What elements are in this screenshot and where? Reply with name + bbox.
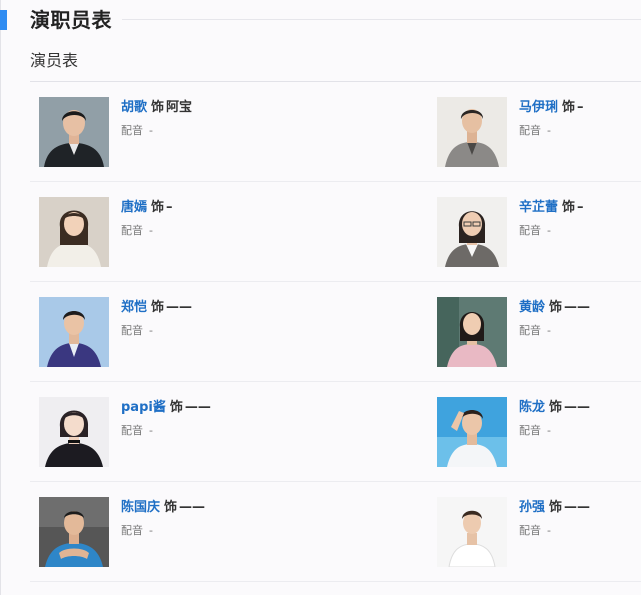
actor-name-link[interactable]: 唐嫣 xyxy=(121,200,147,215)
dub-value: - xyxy=(149,324,153,337)
actor-photo[interactable] xyxy=(39,297,109,367)
dub-label: 配音 xyxy=(519,224,541,237)
role-name: —— xyxy=(184,400,211,415)
role-word: 饰 xyxy=(562,200,576,215)
row-divider xyxy=(30,281,641,282)
dub-label: 配音 xyxy=(121,124,143,137)
dub-value: - xyxy=(547,424,551,437)
role-word: 饰 xyxy=(164,500,178,515)
actor-name-link[interactable]: papi酱 xyxy=(121,400,166,415)
dub-value: - xyxy=(149,524,153,537)
row-divider xyxy=(30,381,641,382)
dub-label: 配音 xyxy=(121,224,143,237)
role-word: 饰 xyxy=(549,500,563,515)
row-divider xyxy=(30,181,641,182)
role-name: – xyxy=(577,100,584,115)
section-accent-bar xyxy=(0,10,7,30)
actor-photo[interactable] xyxy=(437,497,507,567)
cast-subtitle: 演员表 xyxy=(30,51,79,70)
cast-card: 陈国庆饰 —— 配音 - xyxy=(39,497,249,569)
role-word: 饰 xyxy=(151,300,165,315)
role-name: —— xyxy=(564,500,591,515)
actor-photo[interactable] xyxy=(39,97,109,167)
cast-card: 马伊琍饰 – 配音 - xyxy=(437,97,641,169)
role-word: 饰 xyxy=(549,300,563,315)
role-name: —— xyxy=(166,300,193,315)
actor-photo[interactable] xyxy=(437,297,507,367)
dub-label: 配音 xyxy=(121,424,143,437)
cast-card: 唐嫣饰 – 配音 - xyxy=(39,197,249,269)
actor-name-link[interactable]: 辛芷蕾 xyxy=(519,200,558,215)
row-divider xyxy=(30,581,641,582)
dub-value: - xyxy=(547,524,551,537)
role-word: 饰 xyxy=(151,200,165,215)
role-name: – xyxy=(577,200,584,215)
dub-value: - xyxy=(547,224,551,237)
actor-name-link[interactable]: 陈龙 xyxy=(519,400,545,415)
cast-card: 胡歌饰阿宝 配音 - xyxy=(39,97,249,169)
actor-photo[interactable] xyxy=(437,97,507,167)
actor-name-link[interactable]: 胡歌 xyxy=(121,100,147,115)
page-left-border xyxy=(0,0,1,595)
role-name: —— xyxy=(564,400,591,415)
cast-card: 郑恺饰 —— 配音 - xyxy=(39,297,249,369)
role-name: —— xyxy=(179,500,206,515)
actor-name-link[interactable]: 孙强 xyxy=(519,500,545,515)
actor-photo[interactable] xyxy=(39,397,109,467)
actor-name-link[interactable]: 陈国庆 xyxy=(121,500,160,515)
role-word: 饰 xyxy=(549,400,563,415)
actor-name-link[interactable]: 郑恺 xyxy=(121,300,147,315)
cast-card: 辛芷蕾饰 – 配音 - xyxy=(437,197,641,269)
dub-value: - xyxy=(547,124,551,137)
role-name: 阿宝 xyxy=(166,100,193,115)
cast-card: 孙强饰 —— 配音 - xyxy=(437,497,641,569)
row-divider xyxy=(30,481,641,482)
list-top-divider xyxy=(30,81,641,82)
role-word: 饰 xyxy=(169,400,183,415)
dub-label: 配音 xyxy=(519,124,541,137)
dub-value: - xyxy=(547,324,551,337)
dub-label: 配音 xyxy=(121,324,143,337)
section-title: 演职员表 xyxy=(30,8,112,32)
dub-label: 配音 xyxy=(519,524,541,537)
cast-card: papi酱饰 —— 配音 - xyxy=(39,397,249,469)
title-divider xyxy=(122,19,641,20)
role-name: – xyxy=(166,200,173,215)
actor-photo[interactable] xyxy=(437,397,507,467)
cast-card: 陈龙饰 —— 配音 - xyxy=(437,397,641,469)
dub-value: - xyxy=(149,124,153,137)
cast-card: 黄龄饰 —— 配音 - xyxy=(437,297,641,369)
actor-name-link[interactable]: 黄龄 xyxy=(519,300,545,315)
role-word: 饰 xyxy=(151,100,165,115)
role-word: 饰 xyxy=(562,100,576,115)
dub-label: 配音 xyxy=(519,324,541,337)
actor-photo[interactable] xyxy=(39,197,109,267)
dub-value: - xyxy=(149,424,153,437)
role-name: —— xyxy=(564,300,591,315)
actor-name-link[interactable]: 马伊琍 xyxy=(519,100,558,115)
dub-label: 配音 xyxy=(121,524,143,537)
dub-value: - xyxy=(149,224,153,237)
dub-label: 配音 xyxy=(519,424,541,437)
actor-photo[interactable] xyxy=(39,497,109,567)
actor-photo[interactable] xyxy=(437,197,507,267)
